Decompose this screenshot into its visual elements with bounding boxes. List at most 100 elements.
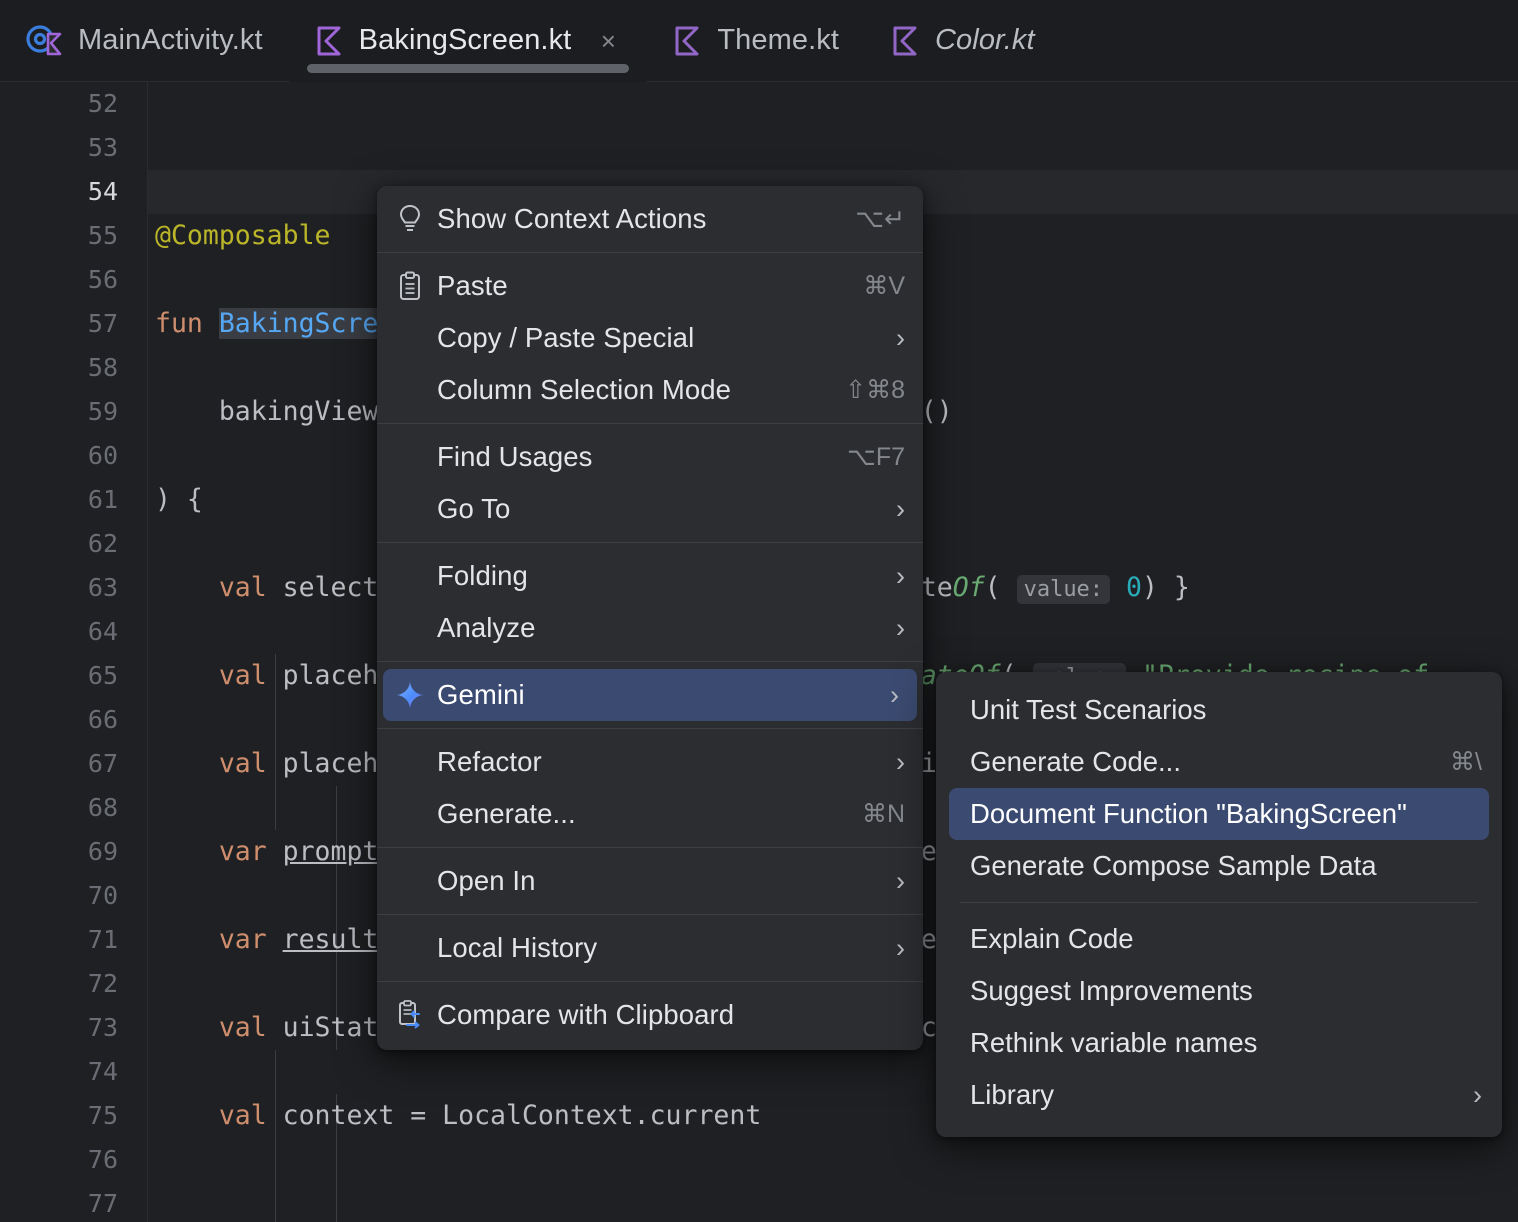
line-number: 55 xyxy=(87,221,118,250)
line-number: 57 xyxy=(87,309,118,338)
kotlin-icon xyxy=(315,25,345,57)
menu-item-gemini[interactable]: Gemini › xyxy=(383,669,917,721)
editor-tab-bar: MainActivity.kt BakingScreen.kt × Theme.… xyxy=(0,0,1518,82)
line-number: 59 xyxy=(87,397,118,426)
menu-item-compare-with-clipboard[interactable]: Compare with Clipboard xyxy=(377,989,923,1041)
menu-item-label: Show Context Actions xyxy=(437,203,707,234)
submenu-item-label: Library xyxy=(970,1079,1055,1110)
gemini-submenu[interactable]: Unit Test Scenarios Generate Code... ⌘\ … xyxy=(936,672,1502,1137)
menu-item-copy-paste-special[interactable]: Copy / Paste Special › xyxy=(377,312,923,364)
menu-item-label: Find Usages xyxy=(437,441,593,472)
submenu-item-label: Suggest Improvements xyxy=(970,975,1253,1006)
submenu-item-document-function[interactable]: Document Function "BakingScreen" xyxy=(949,788,1489,840)
menu-item-label: Analyze xyxy=(437,612,536,643)
menu-item-column-selection-mode[interactable]: Column Selection Mode ⇧⌘8 xyxy=(377,364,923,416)
active-tab-indicator xyxy=(306,63,630,73)
chevron-right-icon: › xyxy=(896,746,905,777)
menu-item-show-context-actions[interactable]: Show Context Actions ⌥↵ xyxy=(377,193,923,245)
line-number: 53 xyxy=(87,133,118,162)
code-token: @Composable xyxy=(155,220,331,251)
menu-item-find-usages[interactable]: Find Usages ⌥F7 xyxy=(377,431,923,483)
submenu-separator xyxy=(960,902,1478,903)
menu-item-label: Generate... xyxy=(437,798,576,829)
line-number: 74 xyxy=(87,1057,118,1086)
close-icon[interactable]: × xyxy=(595,28,621,54)
menu-item-label: Refactor xyxy=(437,746,542,777)
tab-label: MainActivity.kt xyxy=(78,24,263,56)
menu-item-paste[interactable]: Paste ⌘V xyxy=(377,260,923,312)
submenu-item-rethink-variable-names[interactable]: Rethink variable names xyxy=(936,1017,1502,1069)
menu-separator xyxy=(377,847,923,848)
tab-label: BakingScreen.kt xyxy=(358,24,572,56)
chevron-right-icon: › xyxy=(896,612,905,643)
submenu-item-shortcut: ⌘\ xyxy=(1450,748,1482,776)
tab-label: Color.kt xyxy=(935,24,1035,56)
gemini-sparkle-icon xyxy=(393,680,427,710)
menu-item-label: Copy / Paste Special xyxy=(437,322,695,353)
submenu-item-label: Unit Test Scenarios xyxy=(970,694,1207,725)
line-number: 60 xyxy=(87,441,118,470)
line-number: 63 xyxy=(87,573,118,602)
line-number: 69 xyxy=(87,837,118,866)
tab-theme[interactable]: Theme.kt xyxy=(647,0,865,82)
line-number: 77 xyxy=(87,1189,118,1218)
chevron-right-icon: › xyxy=(896,322,905,353)
menu-item-local-history[interactable]: Local History › xyxy=(377,922,923,974)
line-number: 70 xyxy=(87,881,118,910)
menu-separator xyxy=(377,542,923,543)
menu-separator xyxy=(377,252,923,253)
line-number: 62 xyxy=(87,529,118,558)
submenu-item-generate-code[interactable]: Generate Code... ⌘\ xyxy=(936,736,1502,788)
menu-item-label: Open In xyxy=(437,865,536,896)
compare-clipboard-icon xyxy=(393,1000,427,1030)
tab-color[interactable]: Color.kt xyxy=(865,0,1061,82)
line-number: 66 xyxy=(87,705,118,734)
chevron-right-icon: › xyxy=(896,560,905,591)
tab-label: Theme.kt xyxy=(717,24,840,56)
menu-item-folding[interactable]: Folding › xyxy=(377,550,923,602)
submenu-item-explain-code[interactable]: Explain Code xyxy=(936,913,1502,965)
line-number: 75 xyxy=(87,1101,118,1130)
menu-item-label: Compare with Clipboard xyxy=(437,999,735,1030)
compose-kotlin-icon xyxy=(26,24,64,58)
submenu-item-label: Rethink variable names xyxy=(970,1027,1258,1058)
menu-item-label: Folding xyxy=(437,560,528,591)
menu-item-shortcut: ⌘V xyxy=(863,272,905,300)
menu-separator xyxy=(377,981,923,982)
line-number: 64 xyxy=(87,617,118,646)
menu-item-shortcut: ⇧⌘8 xyxy=(845,376,905,404)
line-number: 56 xyxy=(87,265,118,294)
line-number: 54 xyxy=(87,177,118,206)
menu-separator xyxy=(377,728,923,729)
submenu-item-suggest-improvements[interactable]: Suggest Improvements xyxy=(936,965,1502,1017)
kotlin-icon xyxy=(673,25,703,57)
menu-item-analyze[interactable]: Analyze › xyxy=(377,602,923,654)
line-number: 58 xyxy=(87,353,118,382)
line-number: 65 xyxy=(87,661,118,690)
menu-separator xyxy=(377,661,923,662)
menu-item-open-in[interactable]: Open In › xyxy=(377,855,923,907)
chevron-right-icon: › xyxy=(896,932,905,963)
line-number: 71 xyxy=(87,925,118,954)
submenu-item-label: Generate Compose Sample Data xyxy=(970,850,1377,881)
submenu-item-library[interactable]: Library › xyxy=(936,1069,1502,1121)
kotlin-icon xyxy=(891,25,921,57)
submenu-item-unit-test-scenarios[interactable]: Unit Test Scenarios xyxy=(936,684,1502,736)
editor-context-menu[interactable]: Show Context Actions ⌥↵ Paste ⌘V Copy / … xyxy=(377,186,923,1050)
tab-bakingscreen[interactable]: BakingScreen.kt × xyxy=(288,0,648,82)
menu-item-go-to[interactable]: Go To › xyxy=(377,483,923,535)
line-number: 68 xyxy=(87,793,118,822)
menu-item-refactor[interactable]: Refactor › xyxy=(377,736,923,788)
menu-item-shortcut: ⌘N xyxy=(861,800,905,828)
menu-item-label: Local History xyxy=(437,932,598,963)
menu-item-label: Column Selection Mode xyxy=(437,374,732,405)
line-number: 76 xyxy=(87,1145,118,1174)
chevron-right-icon: › xyxy=(896,493,905,524)
tab-mainactivity[interactable]: MainActivity.kt xyxy=(0,0,289,82)
menu-item-shortcut: ⌥F7 xyxy=(847,443,905,471)
submenu-item-generate-compose-sample-data[interactable]: Generate Compose Sample Data xyxy=(936,840,1502,892)
ide-window: MainActivity.kt BakingScreen.kt × Theme.… xyxy=(0,0,1518,1222)
line-number: 61 xyxy=(87,485,118,514)
menu-item-generate[interactable]: Generate... ⌘N xyxy=(377,788,923,840)
